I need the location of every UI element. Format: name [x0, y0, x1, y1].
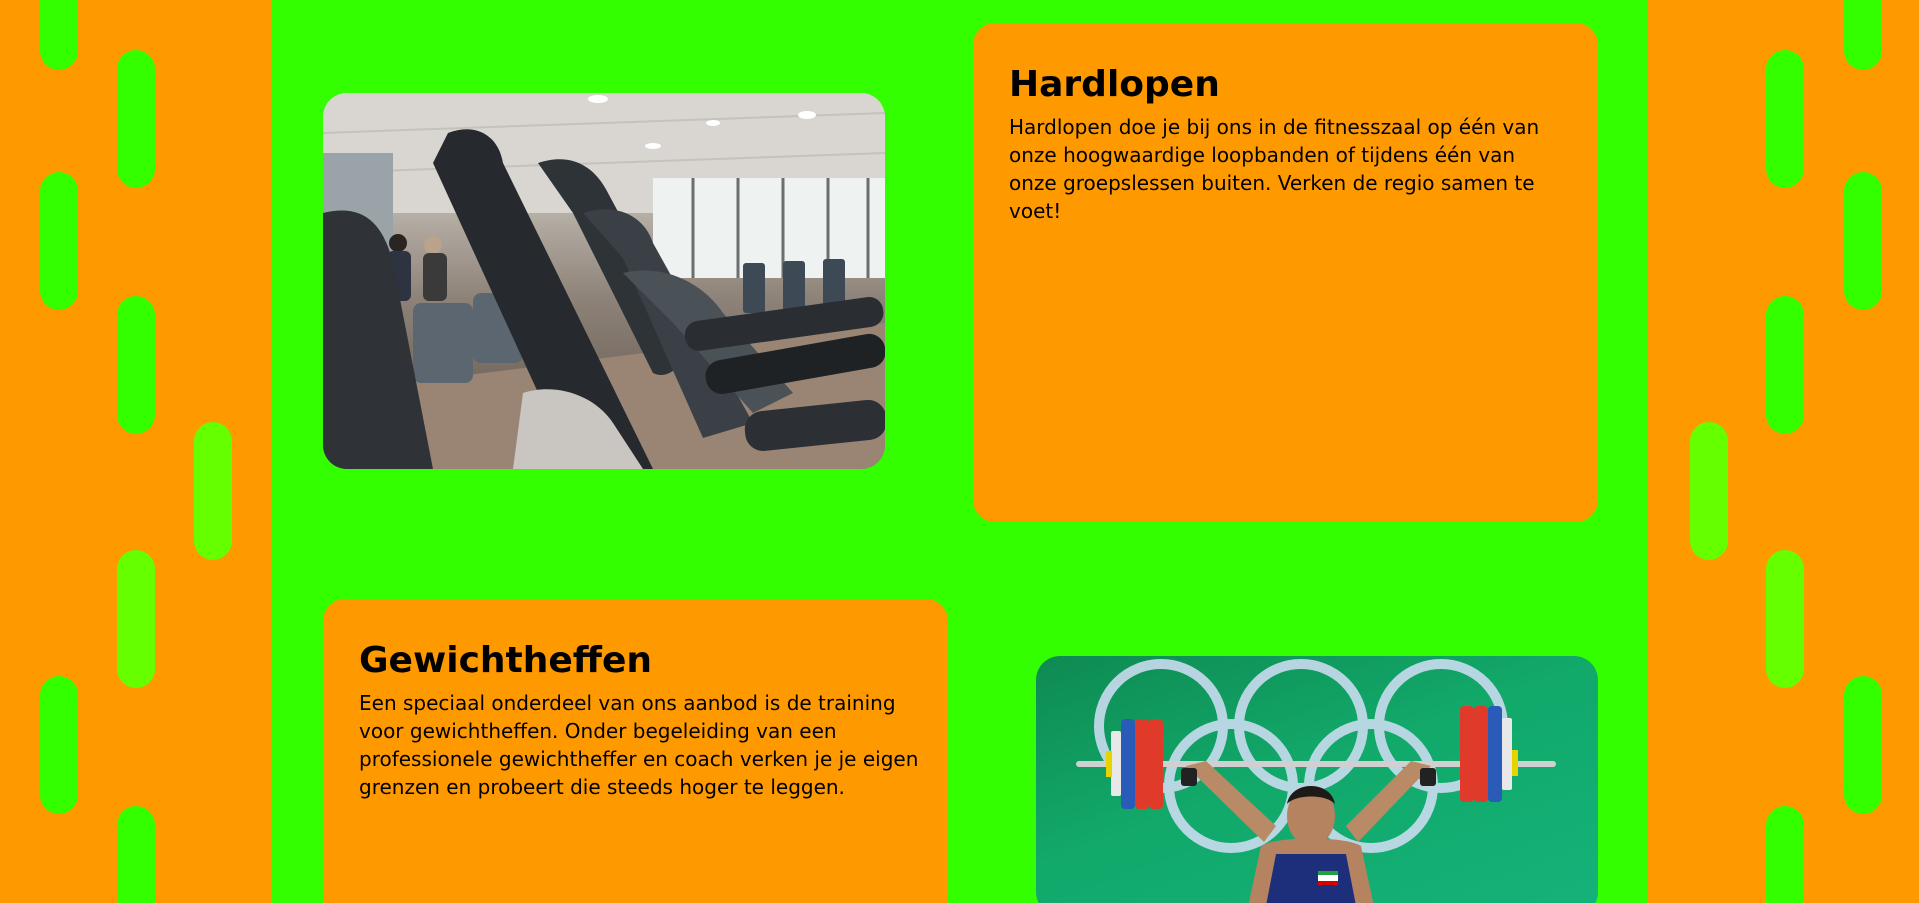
decor-pill: [1766, 50, 1804, 188]
decor-pill: [117, 550, 155, 688]
section-text: Een speciaal onderdeel van ons aanbod is…: [359, 690, 919, 799]
right-decorative-border: [1648, 0, 1919, 903]
decor-pill: [1766, 806, 1804, 903]
weightlifter-photo: [1036, 656, 1598, 903]
weightlifter-illustration: [1076, 659, 1556, 903]
main-content: Hardlopen Hardlopen doe je bij ons in de…: [272, 0, 1648, 903]
decor-pill: [1844, 676, 1882, 814]
decor-pill: [40, 0, 78, 70]
section-title: Gewichtheffen: [359, 640, 652, 681]
decor-pill: [1844, 172, 1882, 310]
decor-pill: [117, 806, 155, 903]
gym-treadmills-photo: [323, 93, 885, 469]
decor-pill: [117, 296, 155, 434]
decor-pill: [1766, 550, 1804, 688]
decor-pill: [194, 422, 232, 560]
section-card-hardlopen: Hardlopen Hardlopen doe je bij ons in de…: [973, 23, 1598, 522]
section-text: Hardlopen doe je bij ons in de fitnessza…: [1009, 114, 1540, 223]
gym-photo-illustration: [323, 93, 885, 469]
decor-pill: [1766, 296, 1804, 434]
decor-pill: [40, 172, 78, 310]
decor-pill: [1844, 0, 1882, 70]
decor-pill: [40, 676, 78, 814]
decor-pill: [1690, 422, 1728, 560]
decor-pill: [117, 50, 155, 188]
section-card-gewichtheffen: Gewichtheffen Een speciaal onderdeel van…: [323, 599, 948, 903]
section-title: Hardlopen: [1009, 64, 1220, 105]
left-decorative-border: [0, 0, 272, 903]
